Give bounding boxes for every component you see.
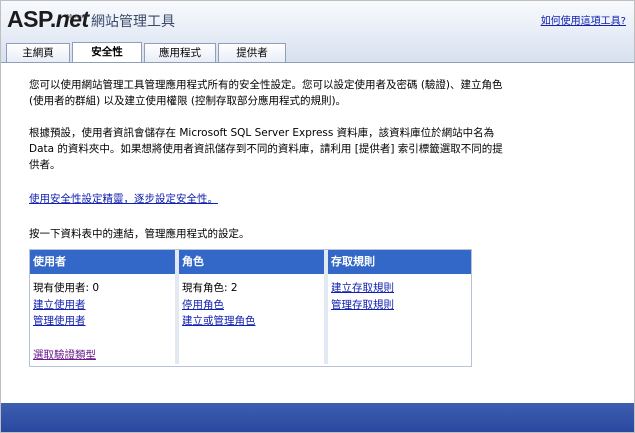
- storage-line-2: Data 的資料夾中。如果想將使用者資訊儲存到不同的資料庫，請利用 [提供者] …: [29, 143, 503, 155]
- header-banner: ASP.net Microsoft 網站管理工具 如何使用這項工具? 主網頁 安…: [1, 1, 634, 63]
- roles-count-label: 現有角色:: [182, 282, 228, 294]
- footer-band: [1, 403, 634, 432]
- intro-line-2: (使用者的群組) 以及建立使用權限 (控制存取部分應用程式的規則)。: [29, 95, 347, 107]
- security-wizard-link[interactable]: 使用安全性設定精靈，逐步設定安全性。: [29, 193, 218, 205]
- tab-home[interactable]: 主網頁: [6, 43, 70, 62]
- help-link[interactable]: 如何使用這項工具?: [541, 12, 626, 27]
- logo-asp: ASP: [7, 6, 50, 32]
- admin-tool-window: ASP.net Microsoft 網站管理工具 如何使用這項工具? 主網頁 安…: [0, 0, 635, 433]
- roles-body: 現有角色: 2 停用角色 建立或管理角色: [182, 280, 256, 330]
- intro-paragraph: 您可以使用網站管理工具管理應用程式所有的安全性設定。您可以設定使用者及密碼 (驗…: [29, 77, 503, 109]
- logo-microsoft: Microsoft: [67, 14, 88, 20]
- manage-users-link[interactable]: 管理使用者: [33, 315, 86, 327]
- storage-line-1: 根據預設，使用者資訊會儲存在 Microsoft SQL Server Expr…: [29, 127, 495, 139]
- storage-line-3: 供者。: [29, 159, 61, 171]
- manage-roles-link[interactable]: 建立或管理角色: [182, 315, 256, 327]
- roles-column: 角色 現有角色: 2 停用角色 建立或管理角色: [179, 250, 324, 364]
- table-hint: 按一下資料表中的連結，管理應用程式的設定。: [29, 228, 250, 240]
- tab-provider[interactable]: 提供者: [218, 43, 286, 62]
- users-count-label: 現有使用者:: [33, 282, 90, 294]
- tab-underline: [1, 62, 634, 63]
- intro-line-1: 您可以使用網站管理工具管理應用程式所有的安全性設定。您可以設定使用者及密碼 (驗…: [29, 79, 503, 91]
- access-rules-body: 建立存取規則 管理存取規則: [331, 280, 394, 313]
- roles-header: 角色: [179, 250, 324, 274]
- create-access-rules-link[interactable]: 建立存取規則: [331, 282, 394, 294]
- access-rules-header: 存取規則: [328, 250, 471, 274]
- storage-paragraph: 根據預設，使用者資訊會儲存在 Microsoft SQL Server Expr…: [29, 125, 503, 173]
- users-count: 現有使用者: 0: [33, 280, 99, 297]
- create-user-link[interactable]: 建立使用者: [33, 299, 86, 311]
- management-table: 使用者 現有使用者: 0 建立使用者 管理使用者 選取驗證類型 角色 現有角色:…: [29, 249, 472, 367]
- users-column: 使用者 現有使用者: 0 建立使用者 管理使用者 選取驗證類型: [30, 250, 175, 364]
- access-rules-column: 存取規則 建立存取規則 管理存取規則: [328, 250, 471, 364]
- aspnet-logo: ASP.net Microsoft: [7, 5, 89, 35]
- roles-count: 現有角色: 2: [182, 280, 256, 297]
- users-count-value: 0: [92, 282, 100, 294]
- users-body: 現有使用者: 0 建立使用者 管理使用者 選取驗證類型: [33, 280, 99, 363]
- tab-security[interactable]: 安全性: [72, 42, 142, 63]
- disable-roles-link[interactable]: 停用角色: [182, 299, 224, 311]
- roles-count-value: 2: [230, 282, 238, 294]
- app-title: 網站管理工具: [91, 14, 175, 30]
- tab-application[interactable]: 應用程式: [144, 43, 216, 62]
- manage-access-rules-link[interactable]: 管理存取規則: [331, 299, 394, 311]
- users-header: 使用者: [30, 250, 175, 274]
- select-auth-type-link[interactable]: 選取驗證類型: [33, 349, 96, 361]
- wizard-link-row: 使用安全性設定精靈，逐步設定安全性。: [29, 191, 218, 207]
